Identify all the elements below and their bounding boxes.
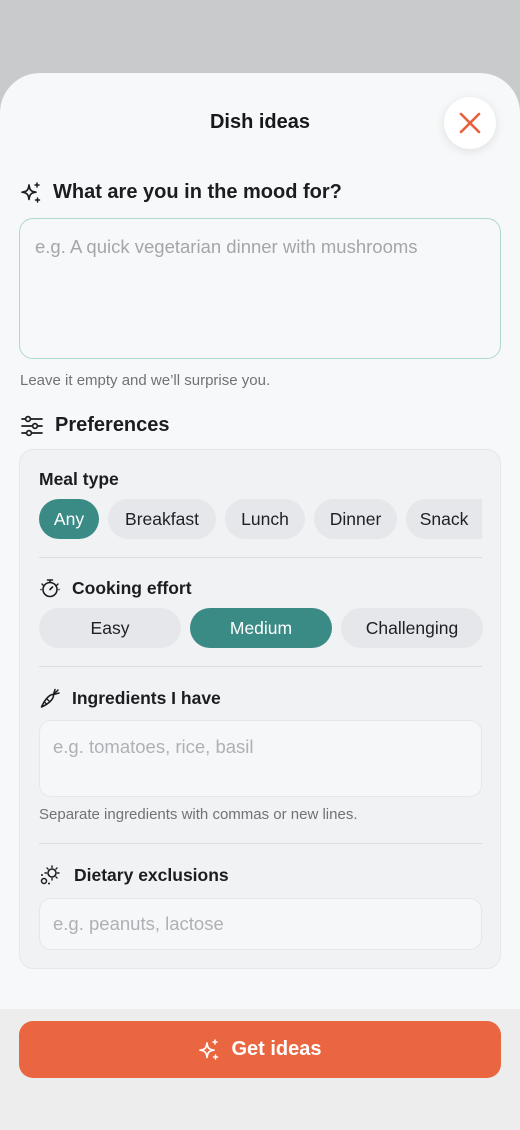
ingredients-placeholder: e.g. tomatoes, rice, basil <box>53 736 254 757</box>
dietary-input[interactable]: e.g. peanuts, lactose <box>39 898 482 950</box>
ingredients-hint: Separate ingredients with commas or new … <box>39 806 358 823</box>
preferences-card: Meal type Any Breakfast Lunch Dinner Sna… <box>19 449 501 969</box>
effort-chip-easy[interactable]: Easy <box>39 608 181 648</box>
effort-chip-challenging[interactable]: Challenging <box>341 608 483 648</box>
preferences-heading: Preferences <box>20 414 170 437</box>
close-button[interactable] <box>444 97 496 149</box>
sparkles-icon <box>198 1038 220 1061</box>
meal-chip-breakfast[interactable]: Breakfast <box>108 499 216 539</box>
effort-chip-medium[interactable]: Medium <box>190 608 332 648</box>
timer-icon <box>39 577 61 599</box>
meal-type-label: Meal type <box>39 469 119 489</box>
meal-chip-dinner[interactable]: Dinner <box>314 499 397 539</box>
sparkles-icon <box>20 181 42 204</box>
meal-type-chips: Any Breakfast Lunch Dinner Snack <box>39 499 482 539</box>
get-ideas-label: Get ideas <box>231 1038 322 1060</box>
preferences-heading-label: Preferences <box>55 414 170 436</box>
sheet-title: Dish ideas <box>209 111 311 133</box>
divider <box>39 843 482 844</box>
get-ideas-button[interactable]: Get ideas <box>19 1021 501 1078</box>
dietary-placeholder: e.g. peanuts, lactose <box>53 913 224 934</box>
divider <box>39 557 482 558</box>
cooking-effort-label: Cooking effort <box>72 577 192 598</box>
mood-textarea[interactable]: e.g. A quick vegetarian dinner with mush… <box>19 218 501 359</box>
sliders-icon <box>20 415 44 437</box>
cooking-effort-chips: Easy Medium Challenging <box>39 608 483 648</box>
carrot-icon <box>39 687 61 709</box>
mood-hint: Leave it empty and we’ll surprise you. <box>20 372 271 389</box>
cooking-effort-heading: Cooking effort <box>39 577 192 599</box>
meal-chip-snack[interactable]: Snack <box>406 499 482 539</box>
bottom-bar: Get ideas <box>0 1009 520 1130</box>
divider <box>39 666 482 667</box>
ingredients-input[interactable]: e.g. tomatoes, rice, basil <box>39 720 482 797</box>
mood-heading-label: What are you in the mood for? <box>53 181 342 203</box>
mood-heading: What are you in the mood for? <box>20 181 342 204</box>
dietary-heading: Dietary exclusions <box>39 864 229 886</box>
dish-ideas-sheet: Dish ideas What are you in the mood for?… <box>0 73 520 1130</box>
meal-chip-any[interactable]: Any <box>39 499 99 539</box>
ingredients-label: Ingredients I have <box>72 687 221 708</box>
ingredients-heading: Ingredients I have <box>39 687 221 709</box>
close-icon <box>458 111 482 135</box>
mood-placeholder: e.g. A quick vegetarian dinner with mush… <box>35 236 418 257</box>
no-allergen-icon <box>39 864 63 886</box>
meal-chip-lunch[interactable]: Lunch <box>225 499 305 539</box>
dietary-label: Dietary exclusions <box>74 864 229 885</box>
